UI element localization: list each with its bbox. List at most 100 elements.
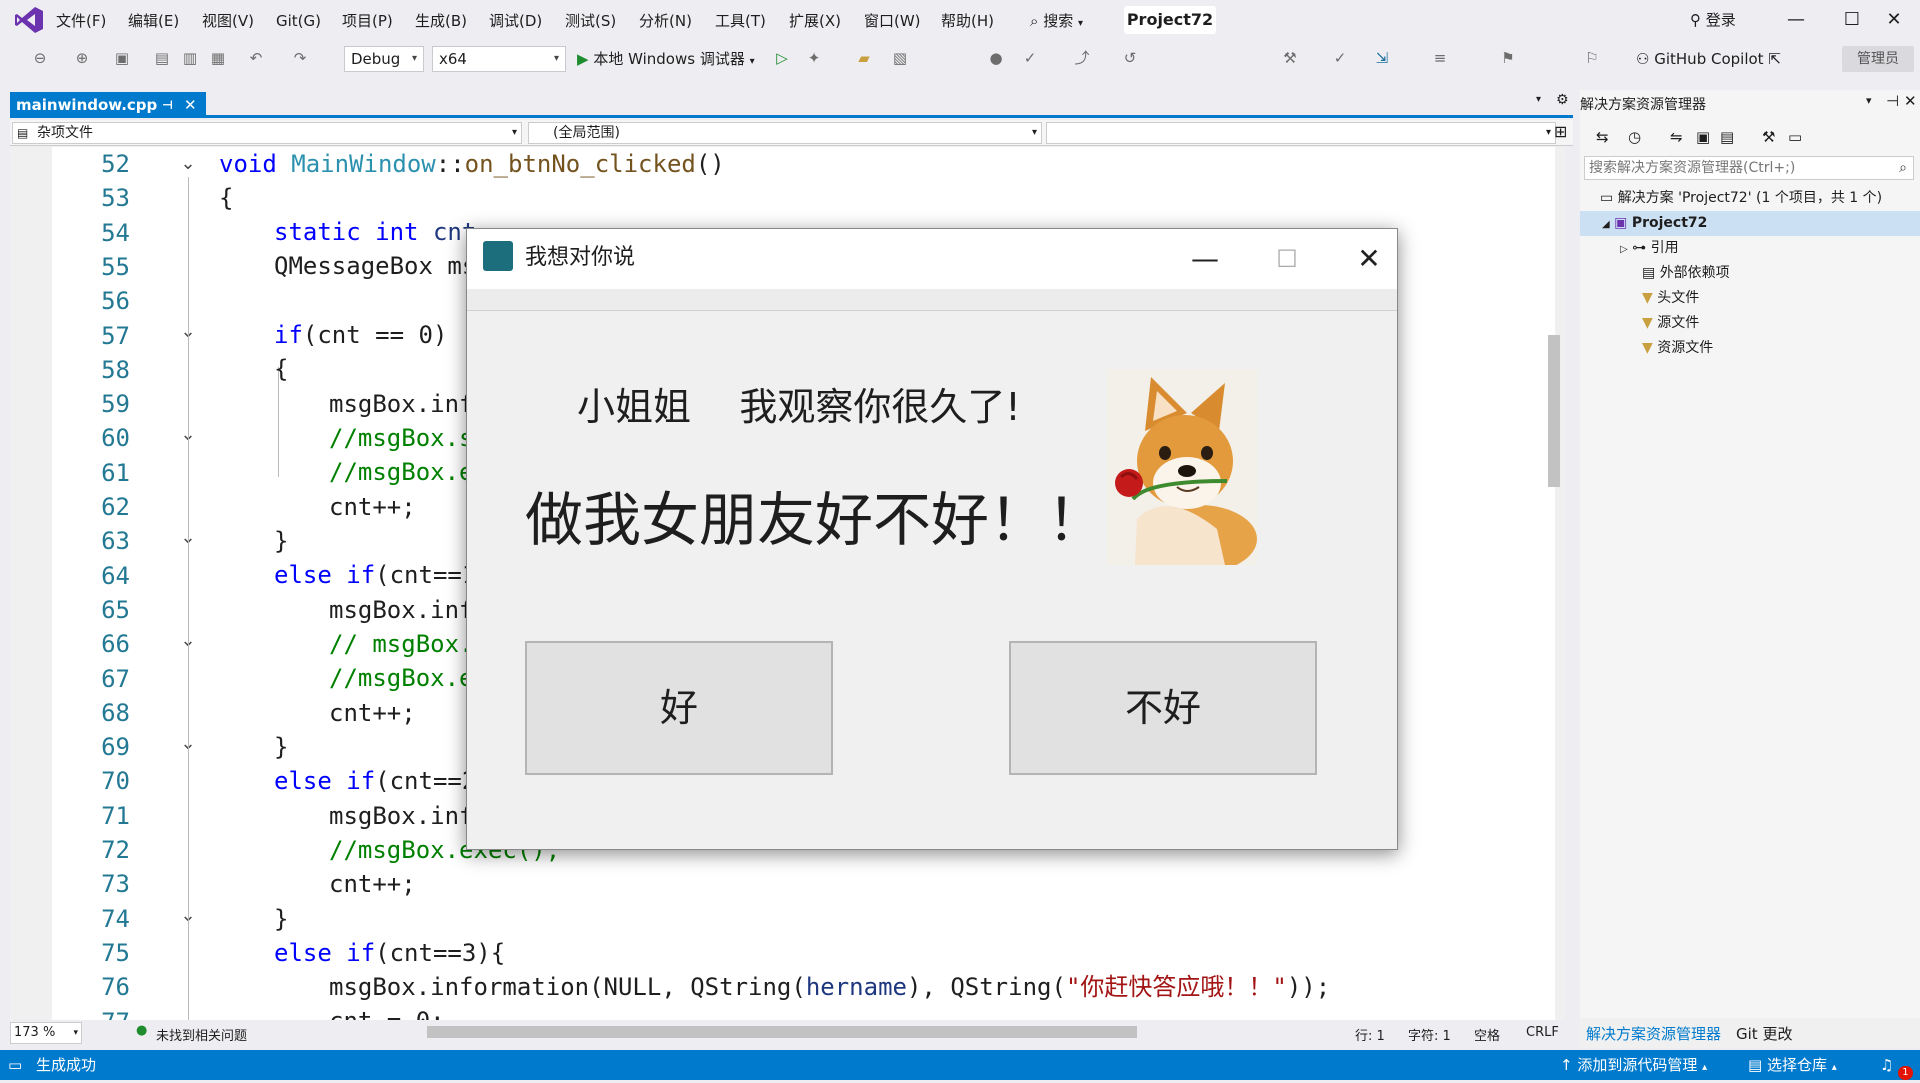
switch-view-icon[interactable]: ⇋: [1670, 128, 1683, 146]
save-all-icon[interactable]: ▦: [208, 48, 228, 68]
search-button[interactable]: ⌕ 搜索 ▾: [1030, 8, 1083, 34]
collapse-all-icon[interactable]: ▣: [1696, 128, 1710, 146]
output-icon[interactable]: ▭: [8, 1050, 22, 1080]
tools-icon[interactable]: ⚒: [1280, 48, 1300, 68]
menu-project[interactable]: 项目(P): [338, 8, 397, 34]
tab-list-icon[interactable]: ▾: [1536, 94, 1541, 105]
redo-icon[interactable]: ↷: [290, 48, 310, 68]
menu-debug[interactable]: 调试(D): [485, 8, 546, 34]
tree-item-solution[interactable]: ▭ 解决方案 'Project72' (1 个项目，共 1 个): [1600, 186, 1882, 211]
config-dropdown[interactable]: Debug ▾: [344, 46, 424, 72]
pin-icon[interactable]: ⊣: [162, 92, 173, 118]
menu-extensions[interactable]: 扩展(X): [785, 8, 845, 34]
bookmark-icon[interactable]: ⚑: [1498, 48, 1518, 68]
menu-build[interactable]: 生成(B): [411, 8, 471, 34]
member-dropdown[interactable]: ▾: [1046, 122, 1556, 144]
indent-icon[interactable]: ≡: [1430, 48, 1450, 68]
close-icon[interactable]: ✕: [184, 92, 197, 118]
login-button[interactable]: ⚲ 登录: [1690, 6, 1736, 34]
cursor-line[interactable]: 行: 1: [1355, 1025, 1385, 1044]
file-dropdown[interactable]: ▤ 杂项文件 ▾: [12, 122, 522, 144]
chevron-down-icon: ▾: [1031, 127, 1037, 138]
menu-tools[interactable]: 工具(T): [711, 8, 770, 34]
restart-icon[interactable]: ↺: [1120, 48, 1140, 68]
dialog-close-button[interactable]: ✕: [1339, 237, 1399, 281]
history-icon[interactable]: ◷: [1628, 128, 1641, 146]
open-folder-icon[interactable]: ▤: [152, 48, 172, 68]
chevron-down-icon[interactable]: ▾: [1866, 94, 1872, 107]
close-icon[interactable]: ✕: [1904, 92, 1917, 110]
settings-icon[interactable]: ⚙: [1556, 92, 1569, 108]
menu-help[interactable]: 帮助(H): [937, 8, 998, 34]
layout-icon[interactable]: ▧: [890, 48, 910, 68]
breakpoint-icon[interactable]: ●: [986, 48, 1006, 68]
select-repository-button[interactable]: ▤ 选择仓库 ▴: [1748, 1050, 1837, 1083]
tree-item-project[interactable]: ◢ ▣ Project72: [1580, 211, 1920, 236]
hot-reload-icon[interactable]: ✦: [804, 48, 824, 68]
line-ending[interactable]: CRLF: [1526, 1025, 1559, 1040]
preview-icon[interactable]: ▭: [1788, 128, 1802, 146]
platform-dropdown[interactable]: x64 ▾: [432, 46, 566, 72]
tree-item-resources[interactable]: ▼ 资源文件: [1642, 336, 1713, 361]
format-icon[interactable]: ⇲: [1372, 48, 1392, 68]
menu-window[interactable]: 窗口(W): [860, 8, 925, 34]
sync-icon[interactable]: ⇆: [1596, 128, 1609, 146]
forward-icon[interactable]: ⊕: [72, 48, 92, 68]
whitespace-mode[interactable]: 空格: [1474, 1025, 1500, 1044]
tree-label: 解决方案 'Project72' (1 个项目，共 1 个): [1617, 190, 1883, 206]
tree-item-sources[interactable]: ▼ 源文件: [1642, 311, 1699, 336]
tab-solution-explorer[interactable]: 解决方案资源管理器: [1586, 1023, 1721, 1044]
yes-button[interactable]: 好: [525, 641, 833, 775]
pin-icon[interactable]: ⊣: [1886, 92, 1899, 110]
save-icon[interactable]: ▥: [180, 48, 200, 68]
tree-item-references[interactable]: ▷ ⊶ 引用: [1620, 236, 1679, 261]
tab-git-changes[interactable]: Git 更改: [1736, 1023, 1792, 1044]
tree-label: 资源文件: [1657, 340, 1714, 356]
visual-studio-logo-icon[interactable]: [14, 6, 44, 34]
source-control-label: 添加到源代码管理: [1577, 1056, 1698, 1074]
step-icon[interactable]: ⤴: [1072, 48, 1092, 68]
menu-analyze[interactable]: 分析(N): [635, 8, 696, 34]
split-icon[interactable]: ⊞: [1554, 122, 1567, 141]
tree-item-headers[interactable]: ▼ 头文件: [1642, 286, 1699, 311]
dialog-maximize-button[interactable]: ☐: [1257, 237, 1317, 281]
run-debugger-button[interactable]: ▶ 本地 Windows 调试器 ▾: [577, 48, 755, 70]
properties-icon[interactable]: ⚒: [1762, 128, 1775, 146]
close-button[interactable]: ✕: [1868, 4, 1920, 36]
comment-icon[interactable]: ✓: [1020, 48, 1040, 68]
back-icon[interactable]: ⊖: [30, 48, 50, 68]
zoom-dropdown[interactable]: 173 % ▾: [10, 1022, 82, 1044]
vertical-scroll-thumb[interactable]: [1548, 335, 1560, 487]
code-line-59: msgBox.inf: [329, 390, 474, 418]
horizontal-scroll-thumb[interactable]: [427, 1026, 1137, 1038]
code-line-66: // msgBox.: [329, 630, 474, 658]
add-to-source-control-button[interactable]: ↑ 添加到源代码管理 ▴: [1560, 1050, 1707, 1083]
spellcheck-icon[interactable]: ✓: [1330, 48, 1350, 68]
show-all-files-icon[interactable]: ▤: [1720, 128, 1734, 146]
undo-icon[interactable]: ↶: [246, 48, 266, 68]
tab-mainwindow-cpp[interactable]: mainwindow.cpp ⊣ ✕: [10, 92, 206, 118]
menu-test[interactable]: 测试(S): [561, 8, 620, 34]
menu-file[interactable]: 文件(F): [52, 8, 110, 34]
no-button[interactable]: 不好: [1009, 641, 1317, 775]
menu-git[interactable]: Git(G): [272, 8, 325, 34]
notifications-button[interactable]: ♫ 1: [1880, 1050, 1913, 1080]
fold-chevron-icon[interactable]: ⌄: [178, 154, 198, 174]
dialog-title-bar[interactable]: 我想对你说 — ☐ ✕: [467, 229, 1397, 289]
dialog-minimize-button[interactable]: —: [1175, 237, 1235, 281]
new-project-icon[interactable]: ▣: [112, 48, 132, 68]
solution-search-input[interactable]: 搜索解决方案资源管理器(Ctrl+;) ⌕: [1584, 156, 1914, 180]
menu-edit[interactable]: 编辑(E): [124, 8, 183, 34]
scope-dropdown[interactable]: (全局范围) ▾: [528, 122, 1042, 144]
issues-label[interactable]: 未找到相关问题: [156, 1025, 247, 1044]
tree-item-external-deps[interactable]: ▤ 外部依赖项: [1642, 261, 1730, 286]
cursor-column[interactable]: 字符: 1: [1408, 1025, 1451, 1044]
menu-view[interactable]: 视图(V): [198, 8, 258, 34]
browse-icon[interactable]: ▰: [854, 48, 874, 68]
search-icon: ⌕: [1899, 160, 1907, 176]
bookmark-list-icon[interactable]: ⚐: [1582, 48, 1602, 68]
run-without-debug-icon[interactable]: ▷: [772, 48, 792, 68]
minimize-button[interactable]: —: [1770, 4, 1822, 36]
github-copilot-button[interactable]: ⚇ GitHub Copilot ⇱: [1636, 48, 1781, 70]
vertical-scrollbar[interactable]: [1555, 147, 1565, 1020]
